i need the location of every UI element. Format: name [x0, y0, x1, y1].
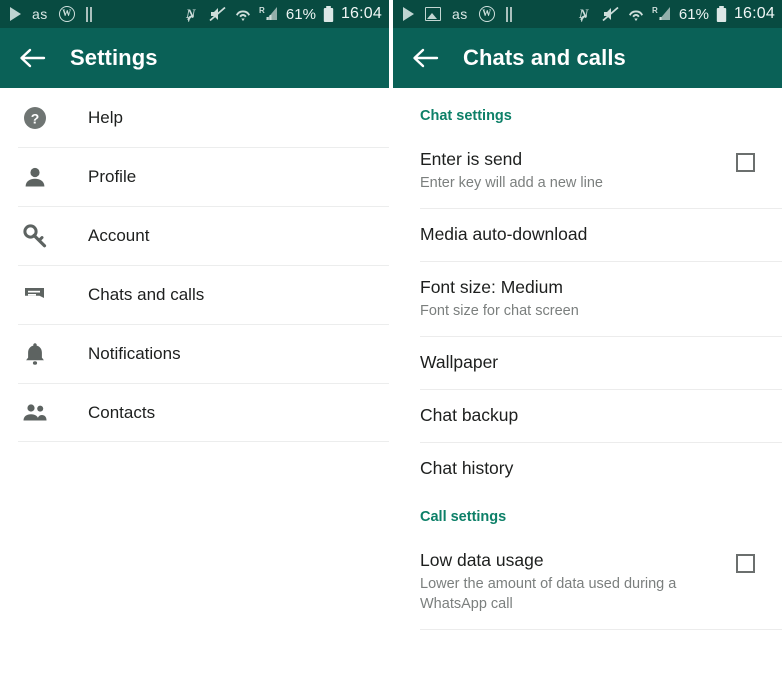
status-bar-system-icons: N R 61% 16:04: [578, 5, 775, 23]
play-icon: [10, 7, 21, 21]
setting-subtitle: Font size for chat screen: [420, 303, 579, 319]
setting-title: Low data usage: [420, 550, 544, 570]
setting-title: Wallpaper: [420, 352, 499, 372]
roaming-signal-icon: R: [652, 6, 672, 22]
section-header-call-settings: Call settings: [420, 509, 507, 525]
svg-text:R: R: [259, 6, 265, 15]
svg-text:N: N: [185, 6, 196, 21]
setting-text-group: Chat history: [420, 456, 755, 480]
sidebar-item-notifications[interactable]: Notifications: [0, 324, 389, 383]
svg-text:N: N: [578, 6, 589, 21]
section-header-chat-settings: Chat settings: [420, 108, 512, 124]
battery-percentage: 61%: [285, 5, 316, 23]
back-arrow-icon[interactable]: [15, 41, 49, 75]
left-app-bar: Settings: [0, 28, 389, 88]
back-arrow-icon[interactable]: [408, 41, 442, 75]
help-circle-icon: ?: [18, 105, 52, 131]
setting-title: Chat history: [420, 458, 514, 478]
setting-subtitle: Enter key will add a new line: [420, 175, 603, 191]
settings-menu-list: ? Help Profile Account Chats and calls N…: [0, 88, 389, 442]
clock-time: 16:04: [733, 5, 775, 22]
wifi-icon: [234, 6, 252, 22]
setting-text-group: Enter is send Enter key will add a new l…: [420, 147, 726, 193]
image-icon: [425, 7, 441, 21]
setting-text-group: Wallpaper: [420, 350, 755, 374]
svg-text:?: ?: [31, 110, 40, 126]
page-title: Chats and calls: [463, 45, 626, 70]
w-badge-icon: W: [58, 6, 75, 22]
setting-row-enter-is-send[interactable]: Enter is send Enter key will add a new l…: [393, 134, 782, 208]
setting-row-font-size[interactable]: Font size: Medium Font size for chat scr…: [393, 262, 782, 336]
left-phone-screen: as W N R 61% 16:04 Settings ? Help Profi…: [0, 0, 389, 693]
battery-icon: [716, 5, 727, 23]
right-phone-screen: as W N R 61% 16:04 Chats and calls Chat …: [393, 0, 782, 693]
setting-text-group: Media auto-download: [420, 222, 755, 246]
wifi-icon: [627, 6, 645, 22]
right-app-bar: Chats and calls: [393, 28, 782, 88]
sidebar-item-label: Chats and calls: [88, 284, 205, 304]
setting-text-group: Chat backup: [420, 403, 755, 427]
low-data-usage-checkbox[interactable]: [736, 554, 755, 573]
row-divider: [420, 629, 782, 630]
sidebar-item-contacts[interactable]: Contacts: [0, 383, 389, 442]
lastfm-icon: as: [452, 6, 468, 22]
setting-title: Enter is send: [420, 149, 523, 169]
setting-row-media-auto-download[interactable]: Media auto-download: [393, 209, 782, 261]
mute-icon: [209, 6, 227, 22]
right-status-bar: as W N R 61% 16:04: [393, 0, 782, 28]
nfc-icon: N: [185, 6, 202, 23]
sidebar-item-label: Profile: [88, 166, 137, 186]
sidebar-item-profile[interactable]: Profile: [0, 147, 389, 206]
mute-icon: [602, 6, 620, 22]
enter-is-send-checkbox[interactable]: [736, 153, 755, 172]
status-bar-notification-icons: as W: [403, 6, 578, 22]
setting-row-wallpaper[interactable]: Wallpaper: [393, 337, 782, 389]
clock-time: 16:04: [340, 5, 382, 22]
battery-percentage: 61%: [678, 5, 709, 23]
setting-subtitle: Lower the amount of data used during a W…: [420, 576, 677, 612]
setting-title: Chat backup: [420, 405, 519, 425]
w-badge-icon: W: [478, 6, 495, 22]
sidebar-item-help[interactable]: ? Help: [0, 88, 389, 147]
status-bar-system-icons: N R 61% 16:04: [185, 5, 382, 23]
page-title: Settings: [70, 45, 158, 70]
left-status-bar: as W N R 61% 16:04: [0, 0, 389, 28]
play-icon: [403, 7, 414, 21]
sidebar-item-label: Account: [88, 225, 150, 245]
setting-text-group: Low data usage Lower the amount of data …: [420, 548, 726, 614]
svg-text:R: R: [652, 6, 658, 15]
setting-title: Font size: Medium: [420, 277, 563, 297]
pause-icon: [505, 6, 512, 22]
person-icon: [18, 164, 52, 190]
sidebar-item-account[interactable]: Account: [0, 206, 389, 265]
chats-and-calls-settings-list: Chat settings Enter is send Enter key wi…: [393, 88, 782, 630]
chat-bubble-icon: [18, 282, 52, 308]
roaming-signal-icon: R: [259, 6, 279, 22]
bell-icon: [18, 341, 52, 367]
setting-text-group: Font size: Medium Font size for chat scr…: [420, 275, 755, 321]
nfc-icon: N: [578, 6, 595, 23]
key-icon: [18, 223, 52, 249]
contacts-icon: [18, 400, 52, 426]
sidebar-item-chats-and-calls[interactable]: Chats and calls: [0, 265, 389, 324]
sidebar-item-label: Contacts: [88, 402, 156, 422]
pause-icon: [85, 6, 92, 22]
battery-icon: [323, 5, 334, 23]
sidebar-item-label: Notifications: [88, 343, 181, 363]
sidebar-item-label: Help: [88, 107, 123, 127]
setting-title: Media auto-download: [420, 224, 588, 244]
setting-row-low-data-usage[interactable]: Low data usage Lower the amount of data …: [393, 535, 782, 629]
lastfm-icon: as: [32, 6, 48, 22]
setting-row-chat-backup[interactable]: Chat backup: [393, 390, 782, 442]
status-bar-notification-icons: as W: [10, 6, 185, 22]
setting-row-chat-history[interactable]: Chat history: [393, 443, 782, 495]
dual-screenshot-container: as W N R 61% 16:04 Settings ? Help Profi…: [0, 0, 782, 693]
